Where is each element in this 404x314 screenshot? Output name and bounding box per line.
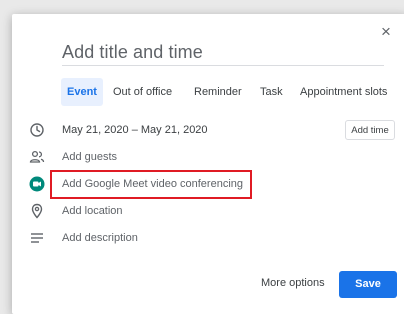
- close-icon[interactable]: ×: [378, 23, 394, 40]
- highlight-box: [50, 170, 252, 199]
- tab-task[interactable]: Task: [254, 78, 289, 106]
- tab-appointment-slots[interactable]: Appointment slots: [294, 78, 393, 106]
- date-range-text[interactable]: May 21, 2020 – May 21, 2020: [62, 118, 208, 142]
- add-time-button[interactable]: Add time: [345, 120, 395, 140]
- clock-icon: [29, 122, 45, 138]
- add-guests-label[interactable]: Add guests: [62, 145, 117, 169]
- people-icon: [29, 149, 45, 165]
- date-row[interactable]: May 21, 2020 – May 21, 2020: [0, 118, 404, 142]
- add-description-row[interactable]: Add description: [0, 226, 404, 250]
- save-button[interactable]: Save: [339, 271, 397, 298]
- google-meet-icon: [29, 176, 45, 192]
- add-location-row[interactable]: Add location: [0, 199, 404, 223]
- tab-reminder[interactable]: Reminder: [188, 78, 248, 106]
- title-underline: [62, 65, 384, 66]
- add-description-label[interactable]: Add description: [62, 226, 138, 250]
- tab-event[interactable]: Event: [61, 78, 103, 106]
- tab-out-of-office[interactable]: Out of office: [107, 78, 178, 106]
- description-lines-icon: [29, 230, 45, 246]
- location-pin-icon: [29, 203, 45, 219]
- add-guests-row[interactable]: Add guests: [0, 145, 404, 169]
- add-location-label[interactable]: Add location: [62, 199, 123, 223]
- event-title-input[interactable]: Add title and time: [62, 42, 362, 63]
- more-options-button[interactable]: More options: [261, 277, 325, 289]
